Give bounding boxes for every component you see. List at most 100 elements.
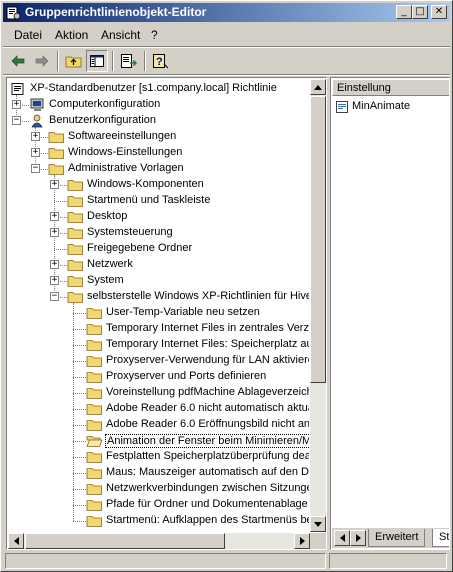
tree-node-label: Maus: Mauszeiger automatisch auf den Del (106, 466, 309, 478)
folder-icon (67, 180, 83, 191)
tree-node-label: System (87, 274, 124, 286)
tree-hscroll-thumb[interactable] (25, 533, 225, 549)
toolbar-separator-line (3, 74, 450, 76)
back-arrow-icon (11, 55, 25, 67)
column-header-label: Einstellung (337, 82, 391, 94)
menu-ansicht[interactable]: Ansicht (101, 28, 140, 42)
tree-node[interactable]: Startmenü: Aufklappen des Startmenüs be (8, 513, 309, 529)
tree-node[interactable]: Netzwerkverbindungen zwischen Sitzunger (8, 481, 309, 497)
folder-icon (67, 212, 83, 223)
tree-node-label: Temporary Internet Files in zentrales Ve… (106, 322, 309, 334)
setting-icon (336, 101, 348, 113)
show-hide-tree-button[interactable] (86, 50, 108, 72)
collapse-icon[interactable]: − (12, 116, 21, 125)
tree-node[interactable]: Startmenü und Taskleiste (8, 193, 309, 209)
tree-node[interactable]: − Administrative Vorlagen (8, 161, 309, 177)
tree-node[interactable]: Adobe Reader 6.0 nicht automatisch aktua (8, 401, 309, 417)
show-hide-tree-icon (90, 55, 104, 67)
minimize-button[interactable]: _ (396, 5, 412, 19)
expand-icon[interactable]: + (31, 132, 40, 141)
tree-node[interactable]: + Windows-Komponenten (8, 177, 309, 193)
tree-node[interactable]: Proxyserver und Ports definieren (8, 369, 309, 385)
tree-node-label: Festplatten Speicherplatzüberprüfung dea… (106, 450, 309, 462)
maximize-icon: □ (415, 6, 425, 17)
up-button[interactable] (63, 50, 85, 72)
menu-aktion[interactable]: Aktion (55, 28, 88, 42)
tree-vertical-scrollbar[interactable] (310, 79, 326, 532)
scroll-left-button[interactable] (8, 533, 24, 549)
tree-node[interactable]: Animation der Fenster beim Minimieren/Ma… (8, 433, 309, 449)
arrow-left-icon (13, 537, 19, 545)
tree-node[interactable]: Festplatten Speicherplatzüberprüfung dea… (8, 449, 309, 465)
tree-node[interactable]: Adobe Reader 6.0 Eröffnungsbild nicht an… (8, 417, 309, 433)
arrow-down-icon (314, 521, 322, 527)
collapse-icon[interactable]: − (50, 292, 59, 301)
expand-icon[interactable]: + (12, 100, 21, 109)
tab-scroll-right[interactable] (350, 530, 366, 546)
tree-node[interactable]: Voreinstellung pdfMachine Ablageverzeich… (8, 385, 309, 401)
close-button[interactable]: ✕ (431, 5, 447, 19)
tree-node[interactable]: Temporary Internet Files: Speicherplatz … (8, 337, 309, 353)
tree-node[interactable]: + Computerkonfiguration (8, 97, 309, 113)
tree-node[interactable]: + System (8, 273, 309, 289)
scroll-down-button[interactable] (310, 516, 326, 532)
tree-node[interactable]: + Softwareeinstellungen (8, 129, 309, 145)
menu-datei[interactable]: Datei (14, 28, 42, 42)
tree-horizontal-scrollbar[interactable] (8, 533, 310, 549)
back-button[interactable] (7, 50, 29, 72)
console-tree-pane[interactable]: XP-Standardbenutzer [s1.company.local] R… (6, 77, 327, 550)
tree-node[interactable]: Freigegebene Ordner (8, 241, 309, 257)
tree-node[interactable]: Proxyserver-Verwendung für LAN aktiviere (8, 353, 309, 369)
tree-connector (73, 441, 86, 442)
folder-icon (86, 388, 102, 399)
tree-node[interactable]: − Benutzerkonfiguration (8, 113, 309, 129)
title-bar[interactable]: Gruppenrichtlinienobjekt-Editor _ □ ✕ (3, 3, 450, 22)
expand-icon[interactable]: + (50, 212, 59, 221)
tab-standard[interactable]: St (432, 529, 449, 547)
tree-connector (73, 425, 86, 426)
tree-connector (73, 393, 86, 394)
expand-icon[interactable]: + (50, 276, 59, 285)
forward-button[interactable] (31, 50, 53, 72)
column-header-einstellung[interactable]: Einstellung (332, 79, 449, 96)
collapse-icon[interactable]: − (31, 164, 40, 173)
tree-node[interactable]: + Systemsteuerung (8, 225, 309, 241)
tree-scroll-thumb[interactable] (310, 96, 326, 383)
tree-connector (54, 249, 67, 250)
maximize-button[interactable]: □ (412, 5, 428, 19)
tree-node[interactable]: Pfade für Ordner und Dokumentenablage f (8, 497, 309, 513)
folder-icon (67, 196, 83, 207)
folder-icon (48, 148, 64, 159)
scroll-up-button[interactable] (310, 79, 326, 95)
export-list-button[interactable] (118, 50, 140, 72)
tab-erweitert[interactable]: Erweitert (368, 529, 426, 547)
details-pane[interactable]: Einstellung MinAnimate Erweitert St (330, 77, 450, 550)
help-button[interactable]: ? (150, 50, 172, 72)
status-cell-secondary (329, 553, 447, 569)
minimize-icon: _ (401, 6, 407, 17)
tree-node[interactable]: Temporary Internet Files in zentrales Ve… (8, 321, 309, 337)
tree-node[interactable]: + Netzwerk (8, 257, 309, 273)
tree-node[interactable]: − selbsterstelle Windows XP-Richtlinien f… (8, 289, 309, 305)
computer-icon (30, 98, 44, 111)
tab-scroll-left[interactable] (334, 530, 350, 546)
tree-node-label: Proxyserver und Ports definieren (106, 370, 267, 382)
scroll-corner (310, 533, 326, 549)
expand-icon[interactable]: + (50, 228, 59, 237)
folder-icon (67, 292, 83, 303)
tree-node[interactable]: User-Temp-Variable neu setzen (8, 305, 309, 321)
tree-node-label: Startmenü: Aufklappen des Startmenüs be (106, 514, 309, 526)
tree-node[interactable]: XP-Standardbenutzer [s1.company.local] R… (8, 81, 309, 97)
menu-bar: Datei Aktion Ansicht ? (3, 25, 450, 45)
expand-icon[interactable]: + (31, 148, 40, 157)
expand-icon[interactable]: + (50, 180, 59, 189)
scroll-right-button[interactable] (294, 533, 310, 549)
tree-node[interactable]: + Windows-Einstellungen (8, 145, 309, 161)
list-item-minanimate[interactable]: MinAnimate (334, 99, 444, 115)
expand-icon[interactable]: + (50, 260, 59, 269)
folder-icon (86, 484, 102, 495)
tree-connector (54, 201, 67, 202)
tree-node[interactable]: + Desktop (8, 209, 309, 225)
tree-node[interactable]: Maus: Mauszeiger automatisch auf den Del (8, 465, 309, 481)
menu-help[interactable]: ? (151, 28, 158, 42)
